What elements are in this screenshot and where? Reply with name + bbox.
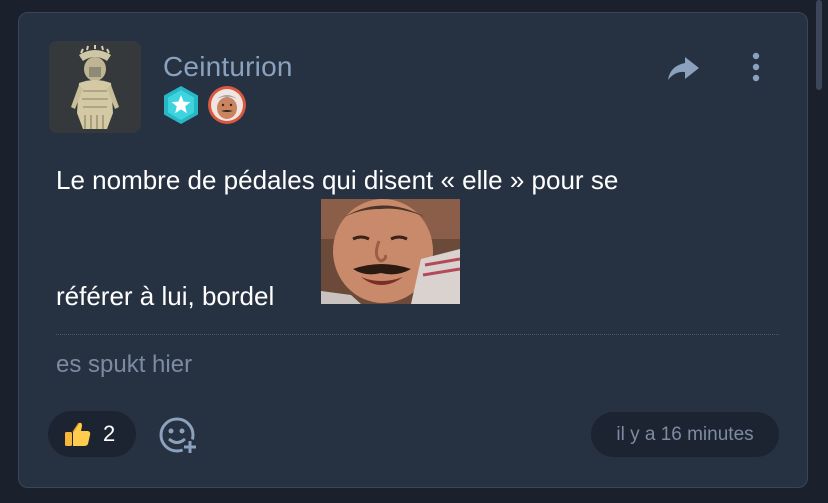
user-signature: es spukt hier — [56, 351, 193, 378]
scrollbar[interactable] — [816, 0, 822, 90]
share-button[interactable] — [663, 51, 703, 87]
post-card: Ceinturion Le nombre de pédales qui dise… — [18, 12, 808, 488]
thumbs-up-icon — [65, 422, 91, 446]
post-text-line-1: Le nombre de pédales qui disent « elle »… — [56, 165, 619, 195]
user-avatar[interactable] — [49, 41, 141, 133]
share-arrow-icon — [668, 57, 699, 80]
username[interactable]: Ceinturion — [163, 51, 293, 83]
reaction-count: 2 — [103, 421, 116, 446]
signature-divider — [56, 334, 779, 335]
badges-row — [161, 85, 247, 125]
post-timestamp[interactable]: il y a 16 minutes — [591, 412, 779, 457]
star-hexagon-badge[interactable] — [161, 85, 201, 125]
post-text-line-2: référer à lui, bordel — [56, 281, 275, 311]
risitas-face-badge[interactable] — [207, 85, 247, 125]
page: Ceinturion Le nombre de pédales qui dise… — [0, 0, 828, 503]
add-reaction-button[interactable] — [157, 415, 201, 457]
reaction-thumbs-up[interactable]: 2 — [48, 411, 136, 457]
vertical-dots-icon — [752, 52, 760, 82]
more-options-button[interactable] — [745, 49, 767, 89]
risitas-laughing-sticker[interactable] — [321, 199, 460, 304]
add-reaction-face-icon — [159, 417, 198, 455]
roman-centurion-statue-avatar — [49, 41, 141, 133]
